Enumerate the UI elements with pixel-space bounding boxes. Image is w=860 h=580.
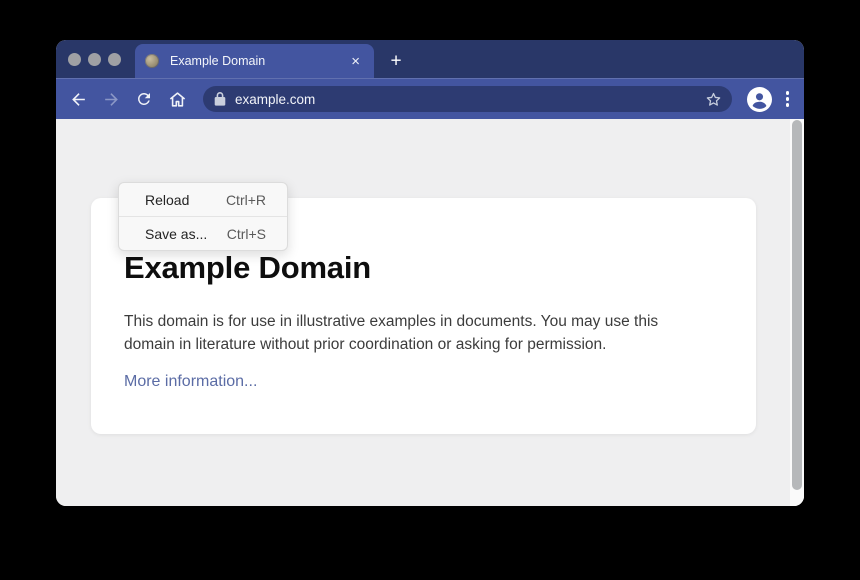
window-controls bbox=[68, 40, 121, 78]
menu-item-shortcut: Ctrl+R bbox=[226, 192, 266, 208]
menu-item-label: Reload bbox=[145, 192, 189, 208]
overflow-menu-icon[interactable] bbox=[786, 91, 790, 107]
browser-window: Example Domain × + example.com bbox=[56, 40, 804, 506]
close-icon[interactable]: × bbox=[349, 53, 362, 70]
new-tab-icon[interactable]: + bbox=[388, 53, 404, 69]
menu-item-reload[interactable]: Reload Ctrl+R bbox=[119, 183, 287, 216]
lock-icon bbox=[214, 92, 226, 106]
menu-item-save-as[interactable]: Save as... Ctrl+S bbox=[119, 217, 287, 250]
window-zoom-button[interactable] bbox=[108, 53, 121, 66]
menu-item-shortcut: Ctrl+S bbox=[227, 226, 266, 242]
tab-title: Example Domain bbox=[170, 54, 349, 68]
url-text: example.com bbox=[235, 92, 703, 107]
page-body-text: This domain is for use in illustrative e… bbox=[124, 310, 712, 356]
page-title: Example Domain bbox=[124, 250, 720, 286]
page-viewport: Example Domain This domain is for use in… bbox=[56, 119, 804, 506]
menu-item-label: Save as... bbox=[145, 226, 207, 242]
address-bar[interactable]: example.com bbox=[203, 86, 732, 112]
favicon-globe-icon bbox=[145, 54, 159, 68]
window-minimize-button[interactable] bbox=[88, 53, 101, 66]
more-information-link[interactable]: More information... bbox=[124, 373, 257, 391]
browser-toolbar: example.com bbox=[56, 78, 804, 119]
browser-tab[interactable]: Example Domain × bbox=[135, 44, 374, 78]
profile-icon[interactable] bbox=[747, 87, 772, 112]
reload-icon[interactable] bbox=[134, 89, 154, 109]
title-bar: Example Domain × + bbox=[56, 40, 804, 78]
forward-icon[interactable] bbox=[101, 89, 121, 109]
home-icon[interactable] bbox=[167, 89, 187, 109]
back-icon[interactable] bbox=[68, 89, 88, 109]
context-menu: Reload Ctrl+R Save as... Ctrl+S bbox=[118, 182, 288, 251]
scrollbar-thumb[interactable] bbox=[792, 120, 802, 490]
window-close-button[interactable] bbox=[68, 53, 81, 66]
star-icon[interactable] bbox=[703, 89, 724, 110]
